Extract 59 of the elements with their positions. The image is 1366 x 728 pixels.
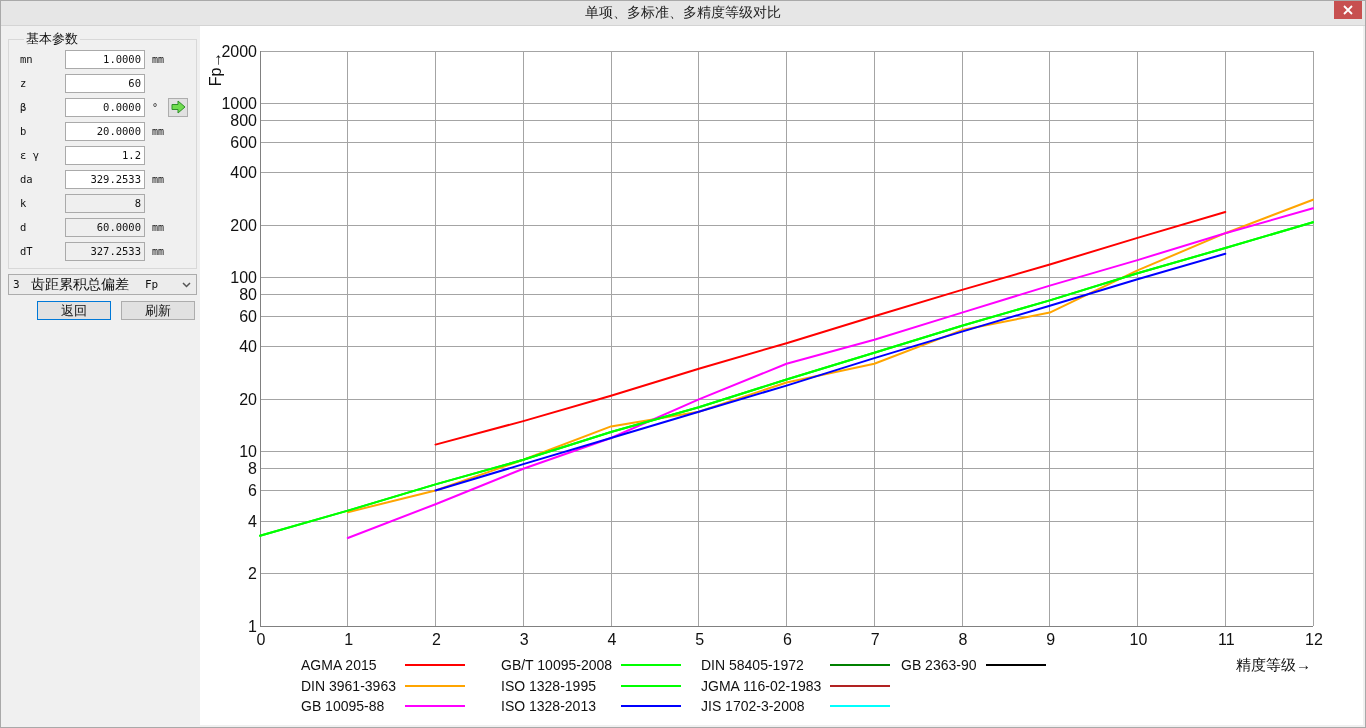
legend-label: DIN 58405-1972 [701,657,805,674]
group-title: 基本参数 [25,32,79,46]
legend-label: GB/T 10095-2008 [501,657,613,674]
legend-label: ISO 1328-2013 [501,698,597,715]
field-label: da [20,173,33,185]
field-label: mn [20,53,33,65]
field-label: β [20,101,27,113]
window-title: 单项、多标准、多精度等级对比 [585,4,781,22]
axis-tick-label: 400 [230,164,257,182]
field-label: k [20,197,27,209]
axis-tick-label: 2000 [221,42,257,60]
unit-label: mm [151,53,165,65]
legend-label: GB 10095-88 [301,698,386,715]
axis-tick-label: 100 [230,269,257,287]
axis-tick-label: 200 [230,216,257,234]
axis-tick-label: 1000 [221,94,257,112]
legend-label: JIS 1702-3-2008 [701,698,806,715]
legend-label: DIN 3961-3963 [301,677,396,694]
field-label: ε γ [20,149,39,161]
axis-tick-label: 80 [239,286,257,303]
legend-label: AGMA 2015 [301,657,378,674]
legend-label: JGMA 116-02-1983 [701,677,822,694]
legend-label: GB 2363-90 [901,657,977,674]
field-label: dT [20,245,33,257]
axis-tick-label: 800 [230,111,257,129]
field-label: d [20,221,27,233]
axis-title: 精度等级→ [1236,655,1311,675]
axis-tick-label: 8 [958,630,968,648]
unit-label: mm [151,173,165,185]
axis-tick-label: 20 [239,390,257,408]
axis-tick-label: 0 [256,630,266,648]
axis-tick-label: 2 [432,630,441,648]
axis-tick-label: 600 [230,133,257,151]
axis-tick-label: 6 [783,630,792,648]
axis-tick-label: 3 [519,630,529,648]
axis-tick-label: 2 [248,565,257,583]
axis-tick-label: 10 [239,443,257,461]
unit-label: mm [151,125,165,137]
axis-tick-label: 4 [248,512,257,530]
axis-tick-label: 60 [239,307,257,325]
unit-label: mm [151,221,165,233]
unit-label: mm [151,245,165,257]
axis-tick-label: 10 [1129,630,1148,648]
axis-tick-label: 1 [344,630,354,648]
axis-tick-label: 5 [695,630,705,648]
legend-label: ISO 1328-1995 [501,677,597,694]
unit-label: ° [151,101,159,113]
axis-tick-label: 6 [248,481,257,499]
axis-tick-label: 1 [248,617,257,635]
axis-tick-label: 4 [607,630,617,648]
field-label: z [20,77,27,89]
axis-tick-label: 9 [1046,630,1056,648]
axis-tick-label: 7 [870,630,880,648]
field-label: b [20,125,27,137]
axis-title: Fp→ [206,51,224,87]
axis-tick-label: 11 [1217,630,1235,648]
axis-tick-label: 8 [248,460,257,478]
axis-tick-label: 40 [239,338,257,356]
axis-tick-label: 12 [1305,630,1323,648]
